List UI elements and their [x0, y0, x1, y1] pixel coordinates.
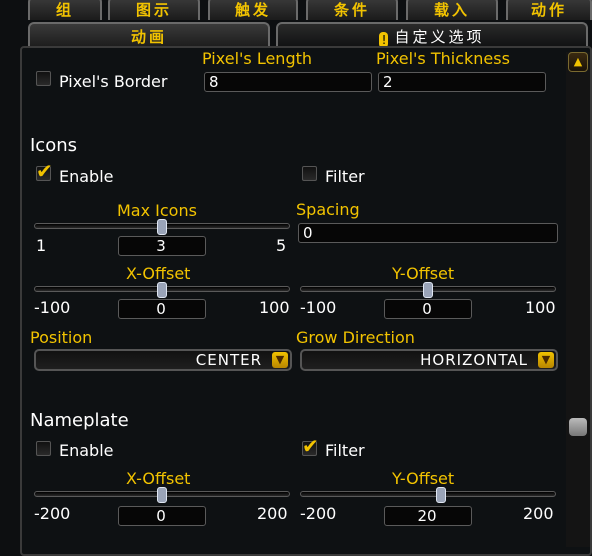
- nameplate-y-offset-slider[interactable]: [300, 487, 556, 503]
- pixel-thickness-label: Pixel's Thickness: [376, 49, 510, 68]
- nameplate-y-offset-min: -200: [300, 504, 337, 523]
- icons-filter-label: Filter: [325, 167, 365, 186]
- nameplate-y-offset-slider-thumb[interactable]: [436, 487, 446, 503]
- icons-x-offset-slider[interactable]: [34, 282, 290, 298]
- icons-x-offset-min: -100: [34, 298, 71, 317]
- grow-direction-dropdown[interactable]: HORIZONTAL ▼: [300, 349, 558, 371]
- position-dropdown[interactable]: CENTER ▼: [34, 349, 292, 371]
- nameplate-x-offset-input[interactable]: [118, 506, 206, 526]
- chevron-down-icon[interactable]: ▼: [272, 352, 288, 368]
- nameplate-filter-label: Filter: [325, 441, 365, 460]
- nameplate-x-offset-label: X-Offset: [126, 469, 191, 488]
- max-icons-slider[interactable]: [34, 219, 290, 235]
- tab-animation[interactable]: 动画: [28, 22, 270, 48]
- nameplate-filter-checkbox[interactable]: ✔: [302, 436, 319, 456]
- nameplate-x-offset-slider-thumb[interactable]: [157, 487, 167, 503]
- icons-x-offset-slider-thumb[interactable]: [157, 282, 167, 298]
- icons-y-offset-slider-thumb[interactable]: [423, 282, 433, 298]
- nameplate-x-offset-min: -200: [34, 504, 71, 523]
- pixel-thickness-input[interactable]: [378, 72, 546, 92]
- scrollbar-track[interactable]: [566, 52, 590, 547]
- icons-y-offset-min: -100: [300, 298, 337, 317]
- chevron-down-icon[interactable]: ▼: [538, 352, 554, 368]
- checkmark-icon: ✔: [36, 159, 53, 183]
- max-icons-label: Max Icons: [117, 201, 197, 220]
- tab-display[interactable]: 图示: [108, 0, 200, 20]
- max-icons-slider-thumb[interactable]: [157, 219, 167, 235]
- icons-enable-label: Enable: [59, 167, 114, 186]
- checkmark-icon: ✔: [302, 434, 319, 458]
- icons-enable-checkbox[interactable]: ✔: [36, 161, 53, 181]
- position-value: CENTER: [195, 351, 262, 369]
- spacing-input[interactable]: [298, 223, 558, 243]
- icons-filter-checkbox[interactable]: [302, 166, 317, 181]
- tab-load[interactable]: 载入: [406, 0, 498, 20]
- nameplate-x-offset-max: 200: [257, 504, 288, 523]
- icons-y-offset-slider[interactable]: [300, 282, 556, 298]
- max-icons-input[interactable]: [118, 236, 206, 256]
- tab-custom-options[interactable]: ! 自定义选项: [276, 22, 588, 48]
- grow-direction-value: HORIZONTAL: [420, 351, 528, 369]
- spacing-label: Spacing: [296, 200, 360, 219]
- pixel-border-checkbox[interactable]: [36, 71, 51, 86]
- nameplate-y-offset-input[interactable]: [384, 506, 472, 526]
- icons-x-offset-label: X-Offset: [126, 264, 191, 283]
- tab-conditions[interactable]: 条件: [306, 0, 398, 20]
- position-label: Position: [30, 328, 93, 347]
- pixel-length-input[interactable]: [204, 72, 372, 92]
- icons-y-offset-label: Y-Offset: [392, 264, 455, 283]
- tab-group[interactable]: 组: [28, 0, 102, 20]
- icons-y-offset-max: 100: [525, 298, 556, 317]
- max-icons-max: 5: [276, 236, 287, 255]
- pixel-border-label: Pixel's Border: [59, 72, 168, 91]
- nameplate-y-offset-max: 200: [523, 504, 554, 523]
- pixel-length-label: Pixel's Length: [202, 49, 313, 68]
- icons-x-offset-max: 100: [259, 298, 290, 317]
- max-icons-min: 1: [36, 236, 47, 255]
- tab-custom-options-label: 自定义选项: [394, 28, 485, 46]
- scrollbar-thumb[interactable]: [569, 418, 587, 436]
- grow-direction-label: Grow Direction: [296, 328, 415, 347]
- icons-y-offset-input[interactable]: [384, 299, 472, 319]
- nameplate-section-title: Nameplate: [30, 410, 129, 431]
- nameplate-x-offset-slider[interactable]: [34, 487, 290, 503]
- arrow-up-icon[interactable]: ▲: [568, 52, 588, 72]
- icons-x-offset-input[interactable]: [118, 299, 206, 319]
- icons-section-title: Icons: [30, 135, 78, 156]
- tab-trigger[interactable]: 触发: [208, 0, 298, 20]
- nameplate-y-offset-label: Y-Offset: [392, 469, 455, 488]
- nameplate-enable-label: Enable: [59, 441, 114, 460]
- tab-actions[interactable]: 动作: [506, 0, 592, 20]
- nameplate-enable-checkbox[interactable]: [36, 441, 51, 456]
